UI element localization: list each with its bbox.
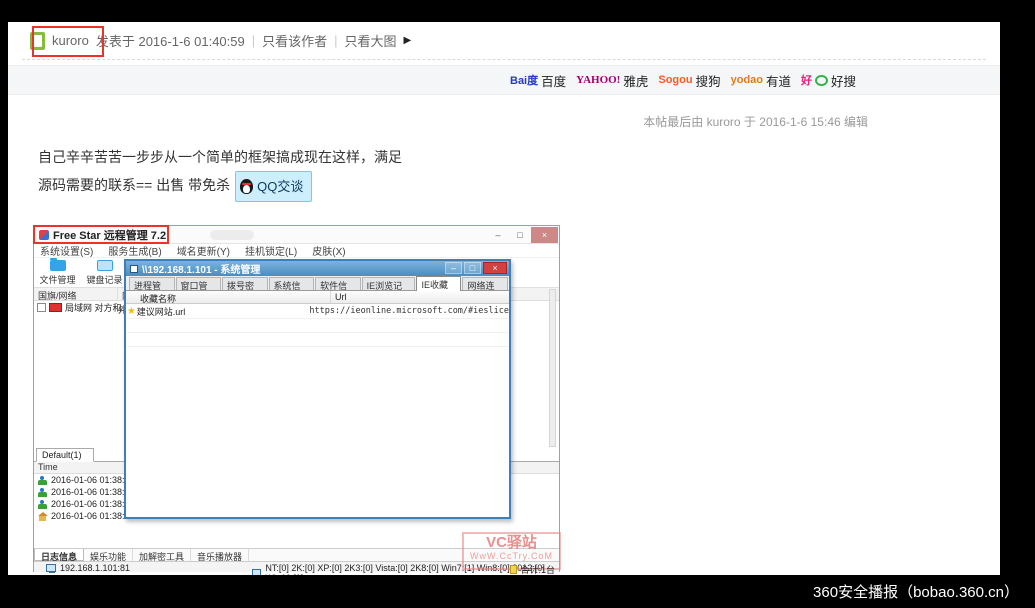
- haosou-ring-icon: [815, 75, 828, 86]
- host-list-scrollbar[interactable]: [549, 289, 556, 447]
- main-window-controls: – □ ×: [487, 227, 558, 243]
- table-grid-line: [126, 346, 509, 347]
- qq-chat-button[interactable]: QQ交谈: [235, 171, 312, 202]
- redacted-blob: [210, 230, 254, 240]
- table-grid-line: [126, 318, 509, 319]
- yodao-logo-icon: yodao: [731, 74, 763, 86]
- minimize-button[interactable]: –: [487, 227, 509, 243]
- engine-label: 好搜: [831, 71, 856, 90]
- child-window-icon: [130, 265, 138, 273]
- site-brand: 360安全播报（bobao.360.cn）: [813, 581, 1019, 602]
- menu-domain-update[interactable]: 域名更新(Y): [177, 243, 230, 258]
- engine-baidu[interactable]: Bai度 百度: [510, 71, 566, 90]
- annotation-box-title: [33, 225, 169, 244]
- favorites-table-header: 收藏名称 Url: [126, 291, 509, 304]
- tab-fun[interactable]: 娱乐功能: [84, 549, 133, 561]
- haosou-logo-icon: 好: [801, 72, 812, 88]
- column-url[interactable]: Url: [331, 291, 509, 303]
- home-event-icon: [38, 512, 47, 521]
- collapse-arrow-icon[interactable]: ▶: [404, 35, 412, 46]
- menu-skin[interactable]: 皮肤(X): [312, 243, 345, 258]
- engine-yodao[interactable]: yodao 有道: [731, 71, 791, 90]
- engine-sogou[interactable]: Sogou 搜狗: [658, 71, 720, 90]
- total-hosts: 合计:1台: [510, 563, 555, 576]
- close-button[interactable]: ×: [531, 227, 558, 243]
- header-separator: |: [252, 33, 255, 48]
- qq-penguin-icon: [240, 179, 253, 194]
- menu-lock[interactable]: 挂机锁定(L): [245, 243, 297, 258]
- toolbar-file-manager[interactable]: 文件管理: [34, 258, 81, 287]
- post-time-text: 发表于 2016-1-6 01:40:59: [96, 31, 245, 50]
- body-line-2: 源码需要的联系== 出售 带免杀QQ交谈: [38, 171, 402, 202]
- menu-build-service[interactable]: 服务生成(B): [108, 243, 161, 258]
- online-host-icon: [38, 500, 47, 509]
- table-grid-line: [126, 332, 509, 333]
- forum-post-panel: kuroro 发表于 2016-1-6 01:40:59 | 只看该作者 | 只…: [8, 22, 1000, 575]
- favorite-star-icon: ★: [126, 306, 137, 317]
- column-flag-network[interactable]: 国旗/网络: [34, 288, 118, 300]
- computer-icon: [46, 564, 56, 572]
- edit-note: 本帖最后由 kuroro 于 2016-1-6 15:46 编辑: [643, 113, 868, 130]
- toolbar-keylogger[interactable]: 键盘记录: [81, 258, 128, 287]
- maximize-button[interactable]: □: [464, 262, 481, 274]
- main-window-titlebar: Free Star 远程管理 7.2 – □ ×: [34, 226, 559, 244]
- yahoo-logo-icon: YAHOO!: [576, 74, 620, 86]
- post-divider: [22, 59, 986, 60]
- search-engine-bar: Bai度 百度 YAHOO! 雅虎 Sogou 搜狗 yodao 有道 好 好搜: [8, 65, 1000, 95]
- body-line-1: 自己辛辛苦苦一步步从一个简单的框架搞成现在这样，满足: [38, 144, 402, 171]
- note-icon: [510, 565, 517, 574]
- tab-ie-history[interactable]: IE浏览记录: [362, 277, 416, 290]
- engine-yahoo[interactable]: YAHOO! 雅虎: [576, 71, 648, 90]
- child-window-title: \\192.168.1.101 - 系统管理: [142, 261, 260, 276]
- child-window-controls: – □ ×: [445, 262, 507, 274]
- child-window-titlebar[interactable]: \\192.168.1.101 - 系统管理 – □ ×: [126, 261, 509, 276]
- engine-label: 百度: [541, 71, 566, 90]
- engine-label: 有道: [766, 71, 791, 90]
- group-tab-default[interactable]: Default(1): [36, 448, 94, 462]
- keyboard-icon: [97, 260, 113, 271]
- system-manage-window: \\192.168.1.101 - 系统管理 – □ × 进程管理 窗口管理 拨…: [124, 259, 511, 519]
- listen-address: 192.168.1.101:81: [46, 563, 130, 573]
- favorite-row[interactable]: ★ 建议网站.url https://ieonline.microsoft.co…: [126, 304, 509, 318]
- flag-icon: [49, 303, 62, 312]
- view-image-link[interactable]: 只看大图: [345, 31, 397, 50]
- bottom-tab-bar: 日志信息 娱乐功能 加解密工具 音乐播放器: [34, 548, 559, 561]
- sogou-logo-icon: Sogou: [658, 74, 692, 86]
- header-separator: |: [334, 33, 337, 48]
- online-host-icon: [38, 476, 47, 485]
- online-host-icon: [38, 488, 47, 497]
- tab-log-info[interactable]: 日志信息: [34, 549, 84, 561]
- menu-system-settings[interactable]: 系统设置(S): [40, 243, 93, 258]
- tab-music-player[interactable]: 音乐播放器: [191, 549, 249, 561]
- column-favorite-name[interactable]: 收藏名称: [126, 291, 331, 303]
- baidu-logo-icon: Bai度: [510, 72, 538, 88]
- tab-window-manager[interactable]: 窗口管理: [176, 277, 222, 290]
- post-body: 自己辛辛苦苦一步步从一个简单的框架搞成现在这样，满足 源码需要的联系== 出售 …: [38, 144, 402, 202]
- engine-label: 搜狗: [696, 71, 721, 90]
- tab-network-connections[interactable]: 网络连接: [462, 277, 508, 290]
- tab-software-info[interactable]: 软件信息: [315, 277, 361, 290]
- view-author-link[interactable]: 只看该作者: [262, 31, 327, 50]
- system-manage-tabs: 进程管理 窗口管理 拨号密码 系统信息 软件信息 IE浏览记录 IE收藏夹 网络…: [126, 276, 509, 291]
- tab-process-manager[interactable]: 进程管理: [129, 277, 175, 290]
- search-engine-links: Bai度 百度 YAHOO! 雅虎 Sogou 搜狗 yodao 有道 好 好搜: [510, 66, 856, 94]
- site-footer: 360安全播报（bobao.360.cn）: [0, 575, 1035, 608]
- engine-label: 雅虎: [623, 71, 648, 90]
- tab-crypto-tools[interactable]: 加解密工具: [133, 549, 191, 561]
- tab-ie-favorites[interactable]: IE收藏夹: [416, 276, 461, 291]
- main-menubar: 系统设置(S) 服务生成(B) 域名更新(Y) 挂机锁定(L) 皮肤(X): [34, 244, 559, 258]
- annotation-box-author: [32, 26, 104, 57]
- tab-system-info[interactable]: 系统信息: [269, 277, 315, 290]
- screenshot-main-window: Free Star 远程管理 7.2 – □ × 系统设置(S) 服务生成(B)…: [33, 225, 560, 572]
- close-button[interactable]: ×: [483, 262, 507, 274]
- minimize-button[interactable]: –: [445, 262, 462, 274]
- maximize-button[interactable]: □: [509, 227, 531, 243]
- folder-icon: [50, 260, 66, 271]
- tab-dialup-passwords[interactable]: 拨号密码: [222, 277, 268, 290]
- status-bar: 192.168.1.101:81 NT:[0] 2K:[0] XP:[0] 2K…: [34, 561, 559, 572]
- engine-haosou[interactable]: 好 好搜: [801, 71, 856, 90]
- host-checkbox[interactable]: [37, 303, 46, 312]
